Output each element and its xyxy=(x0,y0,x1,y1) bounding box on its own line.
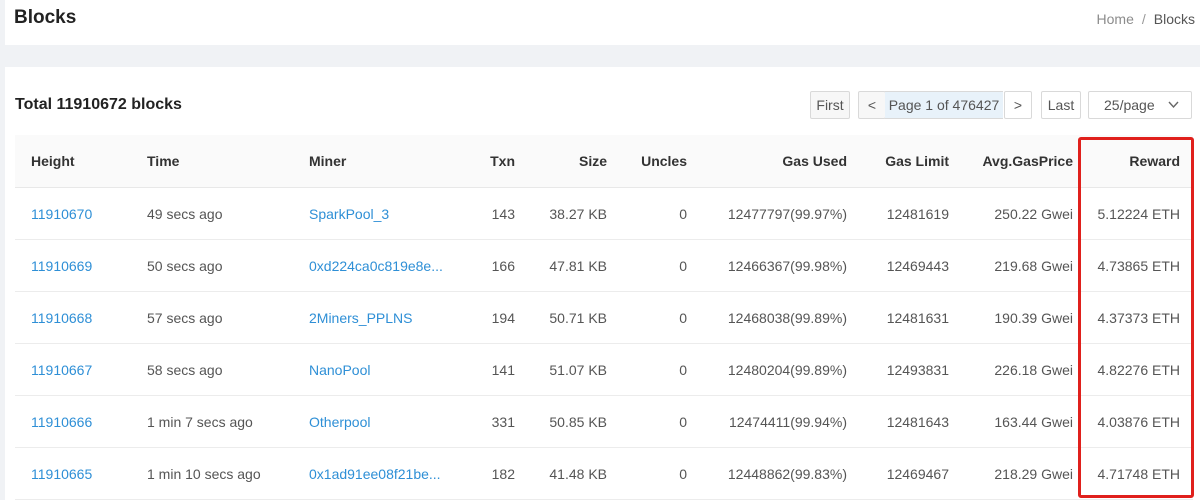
miner-link[interactable]: SparkPool_3 xyxy=(309,206,389,222)
first-page-button[interactable]: First xyxy=(810,91,850,119)
page-size-value: 25/page xyxy=(1104,97,1155,113)
next-page-button[interactable]: > xyxy=(1004,91,1032,119)
block-height-link[interactable]: 11910667 xyxy=(31,362,92,378)
gas-limit: 12493831 xyxy=(847,343,949,396)
gas-limit: 12481643 xyxy=(847,395,949,448)
miner-link[interactable]: NanoPool xyxy=(309,362,371,378)
block-height-link[interactable]: 11910665 xyxy=(31,466,92,482)
table-row: 11910670 49 secs ago SparkPool_3 143 38.… xyxy=(15,187,1193,240)
page-header: Blocks Home / Blocks xyxy=(5,0,1200,45)
column-header-reward: Reward xyxy=(1073,135,1193,188)
total-blocks-label: Total 11910672 blocks xyxy=(15,96,182,113)
column-header-miner: Miner xyxy=(309,135,469,188)
gas-limit: 12469467 xyxy=(847,447,949,500)
block-size: 50.85 KB xyxy=(515,395,607,448)
avg-gas-price: 163.44 Gwei xyxy=(949,395,1073,448)
table-row: 11910667 58 secs ago NanoPool 141 51.07 … xyxy=(15,343,1193,396)
block-reward: 4.71748 ETH xyxy=(1073,447,1193,500)
uncles-count: 0 xyxy=(607,447,687,500)
block-size: 47.81 KB xyxy=(515,239,607,292)
block-size: 50.71 KB xyxy=(515,291,607,344)
avg-gas-price: 219.68 Gwei xyxy=(949,239,1073,292)
breadcrumb: Home / Blocks xyxy=(1097,11,1195,27)
block-time: 57 secs ago xyxy=(147,291,309,344)
gas-limit: 12469443 xyxy=(847,239,949,292)
uncles-count: 0 xyxy=(607,395,687,448)
block-height-link[interactable]: 11910670 xyxy=(31,206,92,222)
miner-link[interactable]: 0x1ad91ee08f21be... xyxy=(309,466,441,482)
block-reward: 4.73865 ETH xyxy=(1073,239,1193,292)
column-header-gas-limit: Gas Limit xyxy=(847,135,949,188)
page-title: Blocks xyxy=(14,7,77,28)
avg-gas-price: 218.29 Gwei xyxy=(949,447,1073,500)
breadcrumb-separator: / xyxy=(1141,11,1146,27)
block-height-link[interactable]: 11910669 xyxy=(31,258,92,274)
txn-count: 331 xyxy=(469,395,515,448)
miner-link[interactable]: Otherpool xyxy=(309,414,370,430)
block-height-link[interactable]: 11910666 xyxy=(31,414,92,430)
miner-link[interactable]: 2Miners_PPLNS xyxy=(309,310,413,326)
gas-used: 12466367(99.98%) xyxy=(687,239,847,292)
table-row: 11910666 1 min 7 secs ago Otherpool 331 … xyxy=(15,395,1193,448)
prev-page-button[interactable]: < xyxy=(858,91,886,119)
txn-count: 166 xyxy=(469,239,515,292)
column-header-txn: Txn xyxy=(469,135,515,188)
chevron-down-icon xyxy=(1168,92,1179,128)
table-header-row: Height Time Miner Txn Size Uncles Gas Us… xyxy=(15,135,1193,188)
breadcrumb-current: Blocks xyxy=(1153,11,1195,27)
txn-count: 194 xyxy=(469,291,515,344)
block-time: 1 min 7 secs ago xyxy=(147,395,309,448)
last-page-button[interactable]: Last xyxy=(1041,91,1081,119)
avg-gas-price: 226.18 Gwei xyxy=(949,343,1073,396)
gas-used: 12474411(99.94%) xyxy=(687,395,847,448)
block-reward: 5.12224 ETH xyxy=(1073,187,1193,240)
uncles-count: 0 xyxy=(607,239,687,292)
column-header-size: Size xyxy=(515,135,607,188)
txn-count: 141 xyxy=(469,343,515,396)
page-indicator: Page 1 of 476427 xyxy=(885,91,1003,119)
blocks-card: Total 11910672 blocks First < Page 1 of … xyxy=(5,67,1200,500)
column-header-gas-used: Gas Used xyxy=(687,135,847,188)
block-reward: 4.82276 ETH xyxy=(1073,343,1193,396)
gas-used: 12477797(99.97%) xyxy=(687,187,847,240)
column-header-uncles: Uncles xyxy=(607,135,687,188)
block-size: 41.48 KB xyxy=(515,447,607,500)
page-size-select[interactable]: 25/page xyxy=(1088,91,1192,119)
table-row: 11910669 50 secs ago 0xd224ca0c819e8e...… xyxy=(15,239,1193,292)
gas-limit: 12481631 xyxy=(847,291,949,344)
block-height-link[interactable]: 11910668 xyxy=(31,310,92,326)
block-time: 50 secs ago xyxy=(147,239,309,292)
column-header-time: Time xyxy=(147,135,309,188)
block-size: 51.07 KB xyxy=(515,343,607,396)
column-header-avg-gas-price: Avg.GasPrice xyxy=(949,135,1073,188)
avg-gas-price: 190.39 Gwei xyxy=(949,291,1073,344)
gas-used: 12468038(99.89%) xyxy=(687,291,847,344)
gas-used: 12448862(99.83%) xyxy=(687,447,847,500)
uncles-count: 0 xyxy=(607,291,687,344)
miner-link[interactable]: 0xd224ca0c819e8e... xyxy=(309,258,443,274)
block-time: 1 min 10 secs ago xyxy=(147,447,309,500)
block-reward: 4.37373 ETH xyxy=(1073,291,1193,344)
column-header-height: Height xyxy=(15,135,147,188)
block-time: 58 secs ago xyxy=(147,343,309,396)
txn-count: 182 xyxy=(469,447,515,500)
gas-used: 12480204(99.89%) xyxy=(687,343,847,396)
table-row: 11910665 1 min 10 secs ago 0x1ad91ee08f2… xyxy=(15,447,1193,500)
uncles-count: 0 xyxy=(607,187,687,240)
avg-gas-price: 250.22 Gwei xyxy=(949,187,1073,240)
gas-limit: 12481619 xyxy=(847,187,949,240)
blocks-table: Height Time Miner Txn Size Uncles Gas Us… xyxy=(15,135,1193,500)
breadcrumb-home-link[interactable]: Home xyxy=(1097,11,1134,27)
block-time: 49 secs ago xyxy=(147,187,309,240)
uncles-count: 0 xyxy=(607,343,687,396)
txn-count: 143 xyxy=(469,187,515,240)
block-reward: 4.03876 ETH xyxy=(1073,395,1193,448)
block-size: 38.27 KB xyxy=(515,187,607,240)
table-row: 11910668 57 secs ago 2Miners_PPLNS 194 5… xyxy=(15,291,1193,344)
